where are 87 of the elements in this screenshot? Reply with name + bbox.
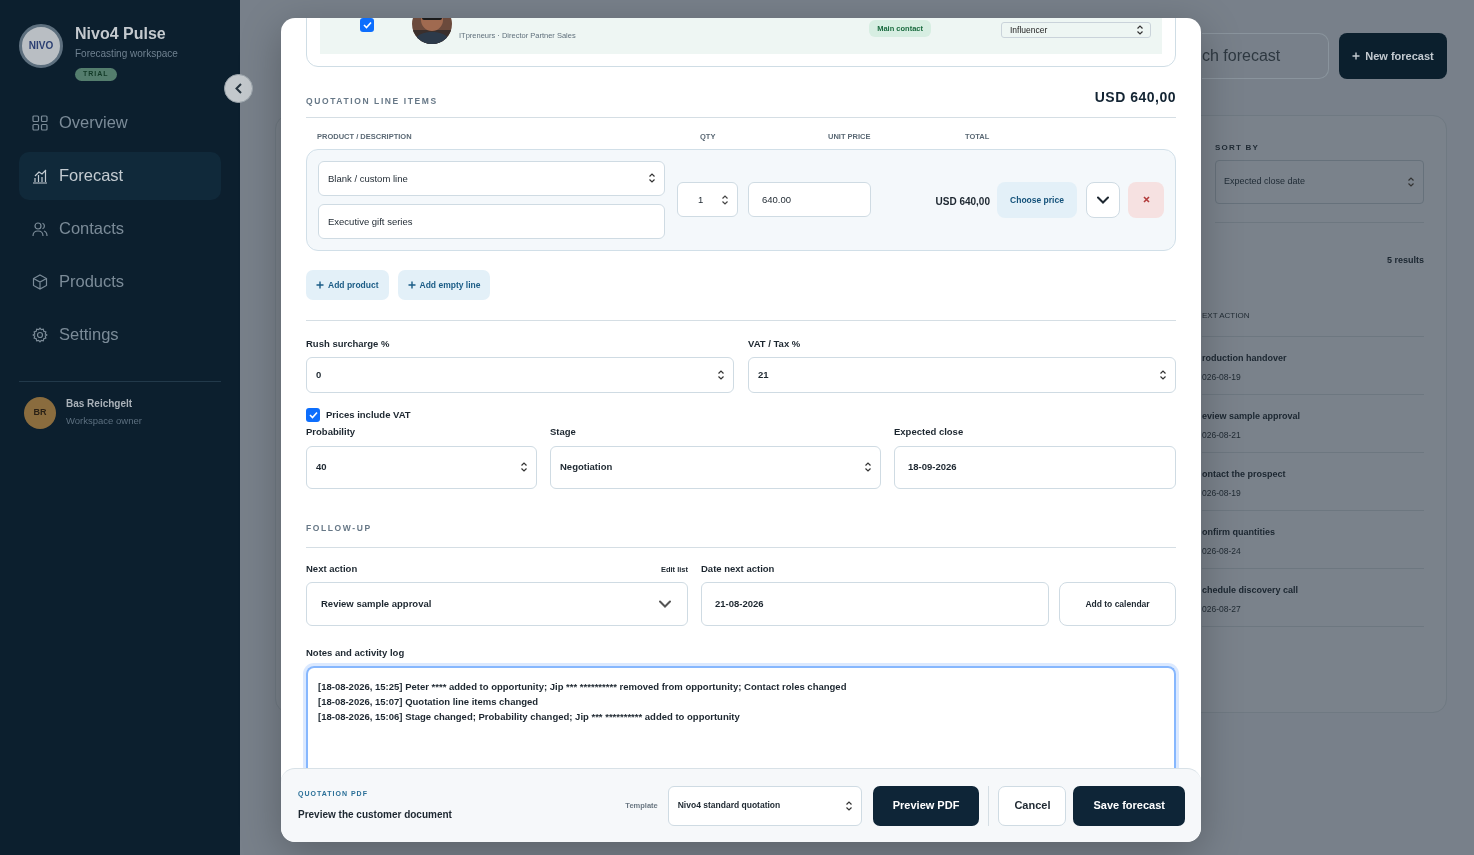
next-action-select[interactable]: Review sample approval bbox=[306, 581, 688, 626]
field-label: Next action bbox=[306, 562, 358, 574]
grid-icon bbox=[32, 114, 48, 131]
field-label: Notes and activity log bbox=[306, 646, 405, 658]
footer-button[interactable]: Preview PDF bbox=[872, 785, 980, 826]
nav-item[interactable]: Settings bbox=[19, 310, 221, 359]
unit-price-field[interactable]: 640.00 bbox=[748, 182, 871, 218]
field-label: Probability bbox=[306, 426, 356, 438]
stepper-icon bbox=[1407, 176, 1415, 188]
number-field[interactable]: 40 bbox=[306, 445, 537, 489]
field-label: VAT / Tax % bbox=[748, 337, 801, 350]
row-title: chedule discovery call bbox=[1202, 584, 1300, 597]
row-date: 026-08-27 bbox=[1202, 602, 1242, 616]
plus-icon bbox=[316, 280, 324, 289]
user-role: Workspace owner bbox=[66, 415, 142, 427]
date-field[interactable]: 21-08-2026 bbox=[701, 581, 1049, 626]
app-subtitle: Forecasting workspace bbox=[75, 48, 178, 61]
people-icon bbox=[32, 220, 48, 237]
check-icon bbox=[362, 21, 372, 29]
role-select[interactable]: Influencer bbox=[1001, 22, 1151, 38]
product-select[interactable]: Blank / custom line bbox=[318, 160, 665, 196]
new-forecast-button[interactable]: New forecast bbox=[1339, 33, 1447, 79]
plus-icon bbox=[407, 280, 416, 289]
checkbox[interactable] bbox=[360, 18, 374, 32]
row-date: 026-08-19 bbox=[1202, 370, 1242, 384]
template-select[interactable]: Nivo4 standard quotation bbox=[667, 785, 862, 826]
logo: NIVO bbox=[19, 24, 63, 68]
nav-item[interactable]: Products bbox=[19, 257, 221, 306]
stepper-icon bbox=[844, 799, 853, 812]
chevron-left-icon bbox=[235, 83, 242, 94]
stepper-icon bbox=[1136, 24, 1144, 36]
stepper-icon bbox=[1159, 369, 1167, 382]
check-icon bbox=[308, 411, 318, 420]
column-header: EXT ACTION bbox=[1202, 311, 1250, 320]
cube-icon bbox=[32, 273, 48, 290]
results-count: 5 results bbox=[1386, 255, 1424, 265]
quantity-field[interactable]: 1 bbox=[677, 182, 738, 218]
row-date: 026-08-21 bbox=[1202, 428, 1242, 442]
expand-button[interactable] bbox=[1086, 181, 1120, 218]
stepper-icon bbox=[717, 369, 725, 382]
bar-chart-icon bbox=[32, 167, 48, 184]
user-name: Bas Reichgelt bbox=[66, 398, 134, 411]
nav-item[interactable]: Contacts bbox=[19, 204, 221, 253]
settings-icon bbox=[32, 326, 48, 343]
app-title: Nivo4 Pulse bbox=[75, 24, 167, 44]
choose-price-button[interactable]: Choose price bbox=[997, 181, 1077, 218]
line-total: USD 640,00 bbox=[935, 196, 990, 208]
field-label: Stage bbox=[550, 426, 576, 438]
user-avatar: BR bbox=[24, 396, 56, 429]
chevron-down-icon bbox=[659, 599, 671, 608]
description-field[interactable]: Executive gift series bbox=[318, 203, 665, 239]
footer-button[interactable]: Cancel bbox=[998, 785, 1067, 826]
sort-label: SORT BY bbox=[1215, 142, 1260, 154]
add-button[interactable]: Add empty line bbox=[397, 269, 491, 300]
field-label: Date next action bbox=[701, 562, 775, 574]
date-field[interactable]: 18-09-2026 bbox=[894, 445, 1176, 489]
section-title: FOLLOW-UP bbox=[306, 522, 372, 533]
stepper-icon bbox=[520, 461, 528, 474]
footer-button[interactable]: Save forecast bbox=[1073, 785, 1185, 826]
stepper-icon bbox=[864, 461, 872, 474]
section-title: QUOTATION LINE ITEMS bbox=[306, 95, 438, 106]
quotation-total: USD 640,00 bbox=[1094, 89, 1176, 106]
row-title: eview sample approval bbox=[1202, 410, 1302, 423]
plus-icon bbox=[1352, 52, 1361, 60]
sort-select[interactable]: Expected close date bbox=[1215, 160, 1424, 204]
collapse-button[interactable] bbox=[224, 74, 253, 103]
field-label: Rush surcharge % bbox=[306, 337, 390, 350]
nav-item[interactable]: Forecast bbox=[19, 151, 221, 200]
field-label: Expected close bbox=[894, 426, 964, 438]
row-title: onfirm quantities bbox=[1202, 526, 1276, 539]
add-button[interactable]: Add product bbox=[306, 269, 389, 300]
row-date: 026-08-24 bbox=[1202, 544, 1242, 558]
checkbox-label: Prices include VAT bbox=[326, 409, 411, 421]
number-field[interactable]: 21 bbox=[748, 357, 1176, 394]
number-field[interactable]: 0 bbox=[306, 357, 734, 394]
close-icon bbox=[1142, 196, 1150, 204]
stage-select[interactable]: Negotiation bbox=[550, 445, 881, 489]
footer-title: Preview the customer document bbox=[298, 808, 453, 823]
stepper-icon bbox=[721, 193, 729, 206]
chevron-down-icon bbox=[1097, 195, 1109, 204]
nav-item[interactable]: Overview bbox=[19, 98, 221, 147]
row-date: 026-08-19 bbox=[1202, 486, 1242, 500]
row-title: roduction handover bbox=[1202, 352, 1288, 365]
checkbox[interactable] bbox=[306, 408, 320, 423]
add-to-calendar-button[interactable]: Add to calendar bbox=[1059, 581, 1176, 626]
stepper-icon bbox=[648, 172, 656, 185]
row-title: ontact the prospect bbox=[1202, 468, 1287, 481]
